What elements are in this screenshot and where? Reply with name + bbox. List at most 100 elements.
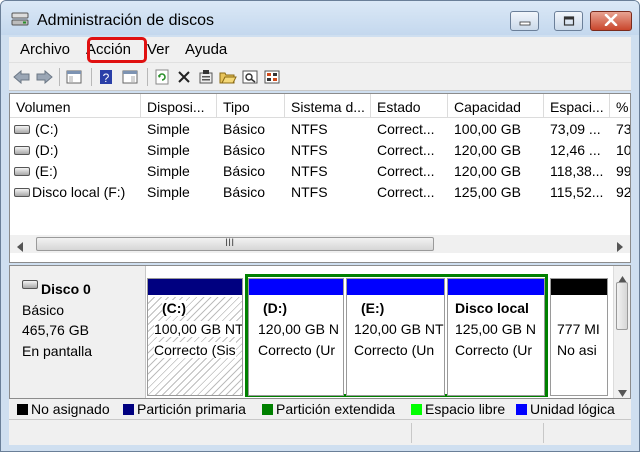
scroll-thumb[interactable]: III	[36, 237, 434, 251]
close-button[interactable]	[590, 11, 632, 31]
disk-info-panel[interactable]: Disco 0 Básico 465,76 GB En pantalla	[10, 266, 146, 398]
partition-size: 100,00 GB NT	[154, 321, 243, 337]
open-icon[interactable]	[219, 68, 237, 86]
explore-icon[interactable]	[241, 68, 259, 86]
legend-swatch	[516, 404, 527, 415]
partition-bar-logical	[347, 279, 444, 295]
close-icon	[604, 13, 618, 29]
scroll-thumb[interactable]	[616, 282, 628, 330]
maximize-icon	[563, 13, 575, 29]
partition-f[interactable]: Disco local 125,00 GB N Correcto (Ur	[447, 278, 545, 396]
partition-c[interactable]: (C:) 100,00 GB NT Correcto (Sis	[147, 278, 243, 396]
legend-swatch	[411, 404, 422, 415]
menu-archivo[interactable]: Archivo	[20, 41, 70, 58]
partition-label: (C:)	[162, 300, 187, 316]
cell-percent: 99	[616, 163, 630, 179]
minimize-button[interactable]	[510, 11, 539, 31]
cell-capacidad: 120,00 GB	[454, 142, 521, 158]
partition-e[interactable]: (E:) 120,00 GB NT Correcto (Un	[346, 278, 445, 396]
cell-tipo: Básico	[223, 142, 266, 158]
partition-label: (D:)	[263, 300, 288, 316]
refresh-icon[interactable]	[153, 68, 171, 86]
legend-logical: Unidad lógica	[516, 401, 615, 417]
cell-tipo: Básico	[223, 121, 266, 137]
title-bar[interactable]: Administración de discos	[1, 1, 639, 35]
settings-icon[interactable]	[263, 68, 281, 86]
cell-estado: Correct...	[377, 142, 435, 158]
drive-icon	[14, 146, 30, 155]
partition-body: 777 MI No asi	[551, 297, 607, 395]
partition-status: Correcto (Sis	[154, 342, 236, 358]
column-header-sistema[interactable]: Sistema d...	[285, 94, 371, 118]
legend-unallocated: No asignado	[17, 401, 110, 417]
menu-ayuda[interactable]: Ayuda	[185, 41, 227, 58]
cell-capacidad: 125,00 GB	[454, 184, 521, 200]
vertical-scrollbar[interactable]	[613, 266, 630, 398]
partition-size: 777 MI	[557, 321, 600, 337]
disk-management-window: Administración de discos Archivo Acción …	[0, 0, 640, 452]
cell-estado: Correct...	[377, 163, 435, 179]
partition-bar-primary	[148, 279, 242, 295]
toolbar-separator	[91, 68, 92, 86]
volume-list: Volumen Disposi... Tipo Sistema d... Est…	[9, 93, 631, 263]
delete-icon[interactable]	[175, 68, 193, 86]
forward-icon[interactable]	[35, 68, 53, 86]
horizontal-scrollbar[interactable]: III	[10, 235, 630, 253]
cell-volumen: Disco local (F:)	[32, 184, 126, 200]
console-tree-icon[interactable]	[65, 68, 83, 86]
partition-body: (E:) 120,00 GB NT Correcto (Un	[347, 297, 444, 395]
window-title: Administración de discos	[37, 12, 214, 29]
back-icon[interactable]	[13, 68, 31, 86]
scroll-left-icon[interactable]	[16, 239, 24, 255]
cell-espacio: 73,09 ...	[550, 121, 601, 137]
legend: No asignado Partición primaria Partición…	[9, 399, 631, 419]
disk-status: En pantalla	[22, 343, 93, 359]
cell-sistema: NTFS	[291, 121, 328, 137]
column-header-estado[interactable]: Estado	[371, 94, 448, 118]
partition-status: Correcto (Un	[354, 342, 435, 358]
partition-d[interactable]: (D:) 120,00 GB N Correcto (Ur	[248, 278, 344, 396]
help-icon[interactable]: ?	[97, 68, 115, 86]
disk-graphical-view: Disco 0 Básico 465,76 GB En pantalla (C:…	[9, 265, 631, 399]
column-header-capacidad[interactable]: Capacidad	[448, 94, 544, 118]
column-header-disposicion[interactable]: Disposi...	[141, 94, 217, 118]
legend-swatch	[262, 404, 273, 415]
table-row[interactable]: (D:) Simple Básico NTFS Correct... 120,0…	[10, 140, 630, 161]
cell-sistema: NTFS	[291, 163, 328, 179]
scroll-down-icon[interactable]	[618, 384, 627, 400]
column-header-tipo[interactable]: Tipo	[217, 94, 285, 118]
cell-tipo: Básico	[223, 163, 266, 179]
cell-percent: 92	[616, 184, 630, 200]
maximize-button[interactable]	[554, 11, 583, 31]
properties-icon[interactable]	[197, 68, 215, 86]
column-header-percent[interactable]: %	[610, 94, 630, 118]
menu-ver[interactable]: Ver	[147, 41, 170, 58]
svg-text:?: ?	[103, 71, 110, 85]
table-row[interactable]: (C:) Simple Básico NTFS Correct... 100,0…	[10, 119, 630, 140]
status-separator	[543, 423, 544, 443]
column-header-volumen[interactable]: Volumen	[10, 94, 141, 118]
cell-estado: Correct...	[377, 121, 435, 137]
disk-type: Básico	[22, 302, 65, 318]
drive-icon	[14, 125, 30, 134]
disk-icon	[22, 280, 38, 289]
table-row[interactable]: (E:) Simple Básico NTFS Correct... 120,0…	[10, 161, 630, 182]
legend-label: Partición primaria	[137, 401, 246, 417]
legend-label: No asignado	[31, 401, 110, 417]
scroll-right-icon[interactable]	[616, 239, 624, 255]
cell-capacidad: 100,00 GB	[454, 121, 521, 137]
partition-unallocated[interactable]: 777 MI No asi	[550, 278, 608, 396]
cell-disposicion: Simple	[147, 142, 190, 158]
partition-status: Correcto (Ur	[258, 342, 336, 358]
cell-estado: Correct...	[377, 184, 435, 200]
legend-swatch	[17, 404, 28, 415]
partition-bar-logical	[448, 279, 544, 295]
legend-label: Unidad lógica	[530, 401, 615, 417]
show-hide-icon[interactable]	[121, 68, 139, 86]
partition-body: (D:) 120,00 GB N Correcto (Ur	[249, 297, 343, 395]
column-header-espacio[interactable]: Espaci...	[544, 94, 610, 118]
disk-management-icon	[11, 12, 29, 26]
partition-label: Disco local	[455, 300, 529, 316]
table-row[interactable]: Disco local (F:) Simple Básico NTFS Corr…	[10, 182, 630, 203]
partition-bar-logical	[249, 279, 343, 295]
